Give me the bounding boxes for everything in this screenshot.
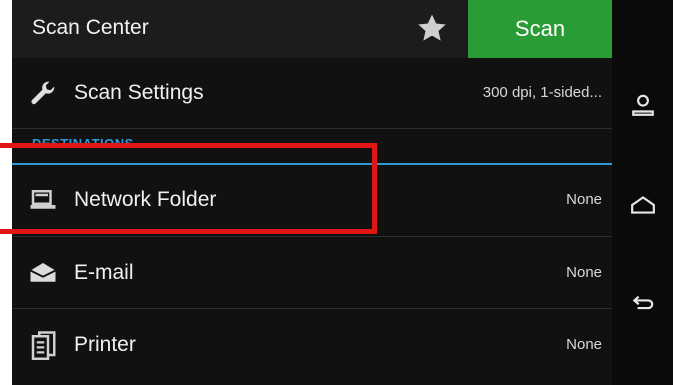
network-folder-label: Network Folder [74, 188, 217, 211]
email-label: E-mail [74, 261, 134, 284]
divider [12, 128, 612, 129]
destination-printer[interactable]: Printer None [12, 310, 612, 380]
printer-icon [31, 331, 56, 360]
scan-settings-label: Scan Settings [74, 81, 204, 104]
scan-settings-value: 300 dpi, 1-sided... [482, 84, 602, 101]
scan-button[interactable]: Scan [468, 0, 612, 58]
destination-network-folder[interactable]: Network Folder None [12, 165, 612, 235]
destinations-heading: DESTINATIONS [32, 136, 134, 151]
network-folder-icon [30, 190, 56, 209]
header-bar: Scan Center Scan [12, 0, 612, 58]
scan-settings-row[interactable]: Scan Settings 300 dpi, 1-sided... [12, 58, 612, 128]
user-icon[interactable] [630, 92, 656, 118]
star-icon[interactable] [415, 10, 449, 46]
wrench-icon [31, 81, 55, 105]
system-nav-bar [612, 0, 673, 385]
divider [12, 308, 612, 309]
settings-list: Scan Settings 300 dpi, 1-sided... DESTIN… [12, 58, 612, 385]
printer-label: Printer [74, 333, 136, 356]
page-title: Scan Center [32, 16, 149, 39]
destination-email[interactable]: E-mail None [12, 238, 612, 308]
network-folder-value: None [566, 191, 602, 208]
email-value: None [566, 264, 602, 281]
home-icon[interactable] [630, 192, 656, 218]
printer-value: None [566, 336, 602, 353]
divider [12, 236, 612, 237]
back-icon[interactable] [630, 288, 656, 314]
scan-center-screen: Scan Center Scan Scan Settings 300 dpi, … [12, 0, 673, 385]
email-icon [30, 263, 56, 282]
